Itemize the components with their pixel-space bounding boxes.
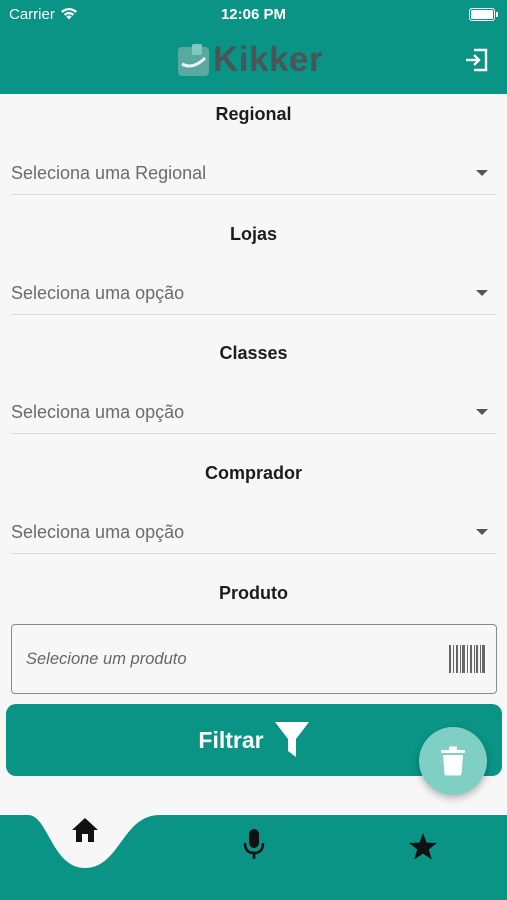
kikker-logo-icon [178, 44, 209, 76]
classes-title: Classes [219, 343, 288, 363]
comprador-title: Comprador [204, 463, 302, 483]
nav-favorites[interactable] [403, 826, 443, 866]
chevron-down-icon [476, 409, 488, 415]
lojas-title: Lojas [229, 224, 277, 244]
microphone-icon [243, 829, 265, 859]
comprador-select-value: Seleciona uma opção [11, 522, 185, 542]
home-icon [72, 818, 98, 842]
trash-icon [441, 746, 465, 776]
barcode-scan-icon[interactable] [448, 645, 486, 673]
app-header: Carrier 12:06 PM Kikker [0, 0, 507, 94]
clock: 12:06 PM [220, 6, 287, 23]
nav-home[interactable] [65, 810, 105, 850]
regional-select-value: Seleciona uma Regional [11, 163, 207, 183]
comprador-select[interactable]: Seleciona uma opção [11, 514, 496, 554]
status-bar: Carrier 12:06 PM [0, 4, 507, 24]
regional-select[interactable]: Seleciona uma Regional [11, 155, 496, 195]
app-logo: Kikker [178, 40, 324, 79]
filter-button-label: Filtrar [198, 726, 264, 753]
classes-select-value: Seleciona uma opção [11, 402, 185, 422]
filter-icon [274, 722, 309, 757]
regional-title: Regional [215, 104, 292, 124]
produto-title: Produto [219, 583, 288, 603]
star-icon [409, 832, 437, 859]
classes-select[interactable]: Seleciona uma opção [11, 394, 496, 434]
lojas-select-value: Seleciona uma opção [11, 283, 185, 303]
brand-name: Kikker [213, 40, 324, 79]
nav-voice[interactable] [234, 825, 274, 865]
clear-filters-button[interactable] [419, 727, 487, 795]
chevron-down-icon [476, 529, 488, 535]
chevron-down-icon [476, 290, 488, 296]
logout-icon[interactable] [463, 46, 491, 74]
product-input-placeholder: Selecione um produto [26, 650, 187, 668]
chevron-down-icon [476, 170, 488, 176]
lojas-select[interactable]: Seleciona uma opção [11, 275, 496, 315]
product-input[interactable]: Selecione um produto [11, 624, 497, 694]
battery-icon [469, 8, 498, 21]
bottom-navigation [0, 800, 507, 900]
